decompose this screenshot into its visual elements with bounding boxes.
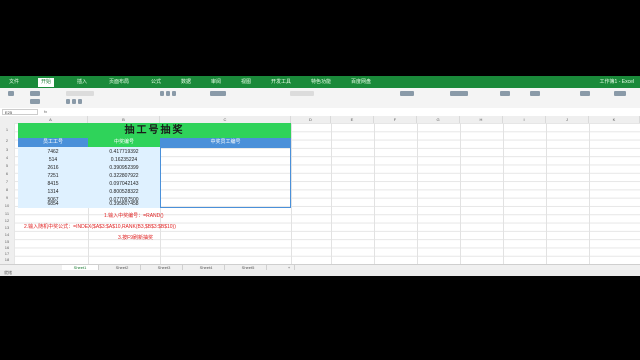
conditional-format-icon[interactable] xyxy=(400,91,414,96)
row-header[interactable]: 7 xyxy=(0,179,14,184)
table-cell[interactable]: 7251 xyxy=(18,172,88,180)
tab-formulas[interactable]: 公式 xyxy=(148,78,164,87)
row-header[interactable]: 15 xyxy=(0,239,14,244)
table-cell[interactable]: 0.390952399 xyxy=(88,164,160,172)
tab-review[interactable]: 审阅 xyxy=(208,78,224,87)
ribbon-tab-bar: 文件 开始 插入 页面布局 公式 数据 审阅 视图 开发工具 特色功能 百度网盘… xyxy=(0,76,640,88)
note-step-2: 2.输入随机中奖公式：=INDEX($A$3:$A$10,RANK(B3,$B$… xyxy=(24,224,176,230)
paste-icon[interactable] xyxy=(8,91,14,96)
cut-icon[interactable] xyxy=(30,91,40,96)
row-header[interactable]: 2 xyxy=(0,138,14,143)
grid-line xyxy=(417,123,418,264)
grid-line xyxy=(291,123,292,264)
row-header[interactable]: 16 xyxy=(0,245,14,250)
column-header-b[interactable]: B xyxy=(88,116,160,123)
name-box[interactable]: E25 xyxy=(2,109,38,115)
row-header[interactable]: 12 xyxy=(0,218,14,223)
sort-icon[interactable] xyxy=(580,91,590,96)
column-header-e[interactable]: E xyxy=(331,116,374,123)
number-format-select-icon[interactable] xyxy=(290,91,314,96)
row-header[interactable]: 18 xyxy=(0,257,14,262)
row-header[interactable]: 13 xyxy=(0,225,14,230)
table-cell[interactable]: 7462 xyxy=(18,148,88,156)
table-style-icon[interactable] xyxy=(450,91,468,96)
column-header-c[interactable]: C xyxy=(160,116,291,123)
grid-line xyxy=(589,123,590,264)
tab-home[interactable]: 开始 xyxy=(38,78,55,87)
tab-page-layout[interactable]: 页面布局 xyxy=(106,78,132,87)
merge-center-icon[interactable] xyxy=(210,91,226,96)
table-cell[interactable]: 0.097042143 xyxy=(88,180,160,188)
column-header-a[interactable]: A xyxy=(14,116,88,123)
row-header[interactable]: 1 xyxy=(0,127,14,132)
row-header[interactable]: 6 xyxy=(0,171,14,176)
font-family-select-icon[interactable] xyxy=(66,91,94,96)
tab-data[interactable]: 数据 xyxy=(178,78,194,87)
row-header[interactable]: 9 xyxy=(0,195,14,200)
ribbon-toolbar xyxy=(0,88,640,109)
row-headers: 1 2 3 4 5 6 7 8 9 10 11 12 13 14 15 16 1… xyxy=(0,123,15,264)
row-header[interactable]: 8 xyxy=(0,187,14,192)
table-cell[interactable]: 2616 xyxy=(18,164,88,172)
header-winner-id[interactable]: 中奖员工编号 xyxy=(160,138,291,147)
row-header[interactable]: 14 xyxy=(0,232,14,237)
table-cell[interactable]: 0.322807922 xyxy=(88,172,160,180)
note-step-3: 3.按F9刷新抽奖 xyxy=(118,235,154,241)
align-center-icon[interactable] xyxy=(166,91,170,96)
copy-icon[interactable] xyxy=(30,99,40,104)
header-employee-id[interactable]: 员工工号 xyxy=(18,138,88,147)
column-header-f[interactable]: F xyxy=(374,116,417,123)
row-header[interactable]: 11 xyxy=(0,211,14,216)
table-cell[interactable]: 6854 xyxy=(18,200,88,208)
row-header[interactable]: 5 xyxy=(0,163,14,168)
column-header-g[interactable]: G xyxy=(417,116,460,123)
tab-insert[interactable]: 插入 xyxy=(74,78,90,87)
italic-icon[interactable] xyxy=(72,99,76,104)
sum-icon[interactable] xyxy=(500,91,510,96)
column-header-k[interactable]: K xyxy=(589,116,640,123)
table-cell[interactable]: 0.16235224 xyxy=(88,156,160,164)
column-header-j[interactable]: J xyxy=(546,116,589,123)
sheet-title: 抽工号抽奖 xyxy=(124,125,185,136)
row-header[interactable]: 10 xyxy=(0,203,14,208)
grid-line xyxy=(374,123,375,264)
header-draw-number[interactable]: 中奖编号 xyxy=(88,138,160,147)
tab-baidu-pan[interactable]: 百度网盘 xyxy=(348,78,374,87)
filter-icon[interactable] xyxy=(530,91,540,96)
row-header[interactable]: 4 xyxy=(0,155,14,160)
tab-features[interactable]: 特色功能 xyxy=(308,78,334,87)
tab-view[interactable]: 视图 xyxy=(238,78,254,87)
window-title: 工作簿1 - Excel xyxy=(599,79,634,85)
title-cell[interactable]: 抽工号抽奖 xyxy=(18,123,291,138)
tab-file[interactable]: 文件 xyxy=(6,78,22,87)
table-cell[interactable]: 8415 xyxy=(18,180,88,188)
grid-line xyxy=(331,123,332,264)
table-cell[interactable]: 514 xyxy=(18,156,88,164)
align-right-icon[interactable] xyxy=(172,91,176,96)
spreadsheet-window: 文件 开始 插入 页面布局 公式 数据 审阅 视图 开发工具 特色功能 百度网盘… xyxy=(0,76,640,276)
winner-result-cell[interactable] xyxy=(160,147,291,208)
status-bar: 就绪 xyxy=(0,270,640,276)
underline-icon[interactable] xyxy=(78,99,82,104)
find-icon[interactable] xyxy=(614,91,626,96)
column-header-h[interactable]: H xyxy=(460,116,503,123)
table-cell[interactable]: 1314 xyxy=(18,188,88,196)
fx-icon[interactable]: fx xyxy=(44,109,47,115)
table-cell[interactable]: 0.417719392 xyxy=(88,148,160,156)
grid-line xyxy=(546,123,547,264)
tab-developer[interactable]: 开发工具 xyxy=(268,78,294,87)
table-cell[interactable]: 0.800528322 xyxy=(88,188,160,196)
row-header[interactable]: 3 xyxy=(0,147,14,152)
table-cell[interactable]: 0.395807458 xyxy=(88,200,160,208)
grid-line xyxy=(503,123,504,264)
align-left-icon[interactable] xyxy=(160,91,164,96)
column-header-d[interactable]: D xyxy=(291,116,331,123)
grid-line xyxy=(460,123,461,264)
column-header-i[interactable]: I xyxy=(503,116,546,123)
note-step-1: 1.输入中奖编号：=RAND() xyxy=(104,213,164,219)
row-header[interactable]: 17 xyxy=(0,251,14,256)
bold-icon[interactable] xyxy=(66,99,70,104)
